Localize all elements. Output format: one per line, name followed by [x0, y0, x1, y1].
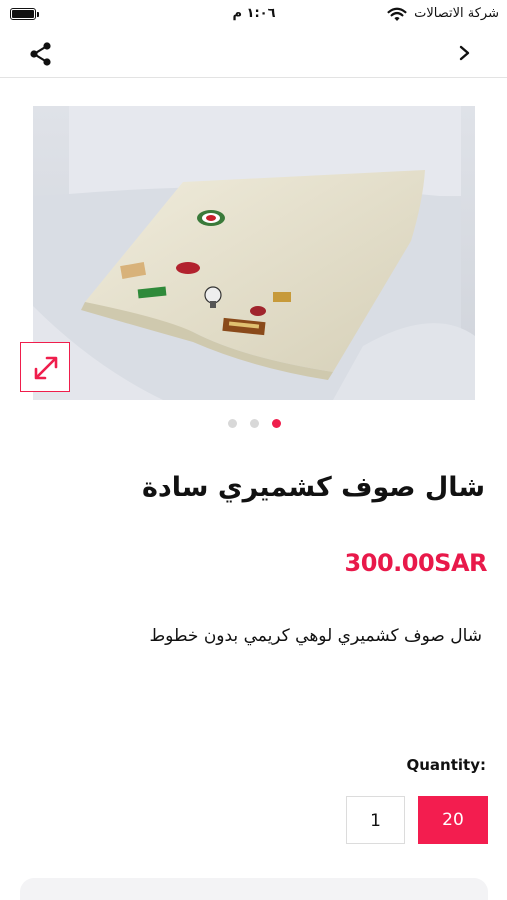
- battery-tip: [37, 12, 39, 17]
- product-image[interactable]: [33, 106, 475, 400]
- gallery-pagination: [0, 419, 507, 431]
- bottom-panel: [20, 878, 488, 900]
- expand-arrows-icon: [34, 356, 58, 380]
- chevron-right-icon[interactable]: [455, 43, 475, 63]
- wifi-icon: [387, 7, 407, 21]
- product-description: شال صوف كشميري لوهي كريمي بدون خطوط: [149, 626, 482, 646]
- battery-icon: [10, 8, 36, 20]
- product-title: شال صوف كشميري سادة: [141, 472, 485, 503]
- status-time: ١:٠٦ م: [232, 6, 276, 21]
- nav-bar: [0, 30, 507, 78]
- status-bar: ١:٠٦ م شركة الاتصالات: [0, 0, 507, 30]
- product-photo: [33, 106, 475, 400]
- share-icon[interactable]: [28, 41, 54, 67]
- quantity-option-1[interactable]: 1: [346, 796, 405, 844]
- page-dot[interactable]: [228, 419, 237, 428]
- page-dot-active[interactable]: [272, 419, 281, 428]
- quantity-option-20[interactable]: 20: [418, 796, 488, 844]
- expand-button[interactable]: [20, 342, 70, 392]
- page-dot[interactable]: [250, 419, 259, 428]
- carrier-name: شركة الاتصالات: [414, 6, 499, 21]
- quantity-label: Quantity:: [406, 756, 487, 774]
- product-price: 300.00SAR: [344, 549, 488, 577]
